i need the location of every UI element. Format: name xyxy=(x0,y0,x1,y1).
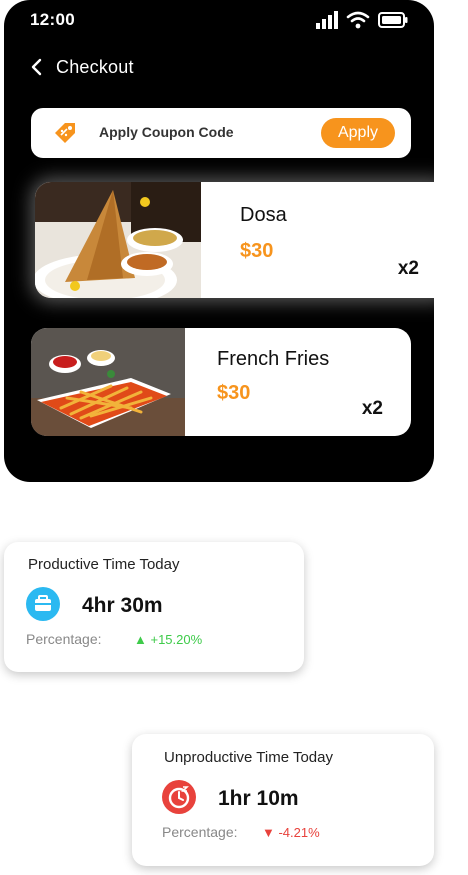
status-icons xyxy=(316,11,408,29)
item-quantity: x2 xyxy=(361,398,383,419)
time-value: 4hr 30m xyxy=(82,594,163,617)
coupon-tag-icon xyxy=(55,123,75,143)
briefcase-icon xyxy=(26,587,60,621)
signal-icon xyxy=(316,11,338,29)
item-name: Dosa xyxy=(240,204,287,226)
percentage-value: ▼ -4.21% xyxy=(262,825,320,840)
status-bar: 12:00 xyxy=(4,0,434,40)
cart-item-dosa[interactable]: Dosa $30 x2 xyxy=(35,182,434,298)
french-fries-image xyxy=(31,328,185,436)
cart-item-french-fries[interactable]: French Fries $30 x2 xyxy=(31,328,411,436)
percentage-label: Percentage: xyxy=(162,824,238,840)
productive-time-card: Productive Time Today 4hr 30m Percentage… xyxy=(4,542,304,672)
status-time: 12:00 xyxy=(30,10,75,29)
back-button[interactable] xyxy=(26,56,46,78)
percentage-label: Percentage: xyxy=(26,631,102,647)
chevron-left-icon xyxy=(31,58,42,76)
card-title: Productive Time Today xyxy=(28,556,180,573)
item-price: $30 xyxy=(240,240,274,262)
wifi-icon xyxy=(346,11,370,29)
percentage-value: ▲ +15.20% xyxy=(134,632,203,647)
header: Checkout xyxy=(26,56,134,78)
coupon-label: Apply Coupon Code xyxy=(99,124,234,140)
unproductive-time-card: Unproductive Time Today 1hr 10m Percenta… xyxy=(132,734,434,866)
checkout-screen: 12:00 Checkout Apply Coupon Code Apply D… xyxy=(4,0,434,482)
item-price: $30 xyxy=(217,382,251,404)
apply-coupon-button[interactable]: Apply xyxy=(321,118,395,148)
dosa-image xyxy=(35,182,201,298)
page-title: Checkout xyxy=(56,56,134,77)
time-value: 1hr 10m xyxy=(218,787,299,810)
coupon-bar: Apply Coupon Code Apply xyxy=(31,108,411,158)
item-name: French Fries xyxy=(217,348,330,370)
battery-icon xyxy=(378,12,408,28)
sleep-timer-icon xyxy=(162,780,196,814)
card-title: Unproductive Time Today xyxy=(164,749,333,766)
item-quantity: x2 xyxy=(397,258,419,279)
